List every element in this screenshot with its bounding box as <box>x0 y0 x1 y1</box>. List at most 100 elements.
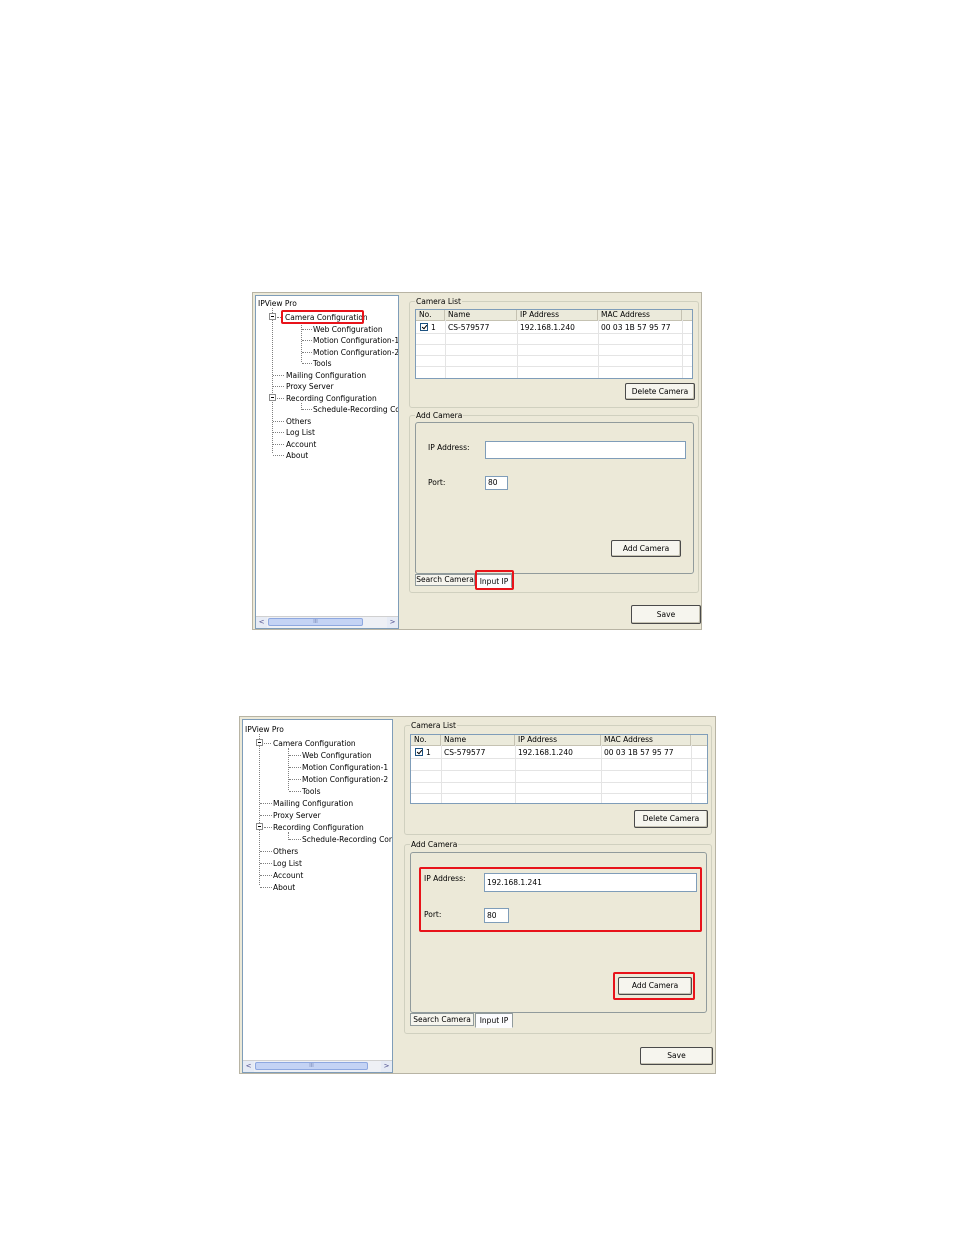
grid-line <box>416 366 692 367</box>
camera-list-legend: Camera List <box>415 297 462 306</box>
tree-item-mailing-configuration[interactable]: Mailing Configuration <box>286 371 366 380</box>
camera-checkbox[interactable] <box>415 748 423 756</box>
tree-item-others[interactable]: Others <box>273 847 298 856</box>
camera-checkbox[interactable] <box>420 323 428 331</box>
tree-connector <box>260 851 272 852</box>
add-camera-button[interactable]: Add Camera <box>611 540 681 557</box>
column-header-name[interactable]: Name <box>445 310 517 320</box>
add-camera-group: Add Camera IP Address: 192.168.1.241 Por… <box>404 840 712 1034</box>
table-row[interactable]: 1 CS-579577 192.168.1.240 00 03 1B 57 95… <box>416 322 692 333</box>
tree-connector <box>289 791 301 792</box>
tree-item-schedule-recording[interactable]: Schedule-Recording Con <box>302 835 392 844</box>
highlight-box <box>281 310 364 324</box>
ip-address-input[interactable] <box>485 441 686 459</box>
tree-connector <box>302 409 312 410</box>
add-camera-legend: Add Camera <box>415 411 464 420</box>
collapse-icon[interactable] <box>269 394 276 401</box>
collapse-icon[interactable] <box>256 739 263 746</box>
tree-connector <box>273 421 284 422</box>
tree-item-recording-configuration[interactable]: Recording Configuration <box>286 394 377 403</box>
tree-item-log-list[interactable]: Log List <box>273 859 302 868</box>
tree-connector <box>302 340 312 341</box>
column-header-no[interactable]: No. <box>411 735 441 745</box>
tree-connector <box>289 779 301 780</box>
tree-connector <box>289 767 301 768</box>
tree-item-web-configuration[interactable]: Web Configuration <box>313 325 383 334</box>
screenshot-1: IPView Pro Camera Configuration Web Conf… <box>252 292 702 630</box>
scroll-left-icon[interactable]: < <box>243 1061 254 1072</box>
tree-item-web-configuration[interactable]: Web Configuration <box>302 751 372 760</box>
highlight-box <box>419 867 702 932</box>
add-camera-legend: Add Camera <box>410 840 459 849</box>
tree-item-others[interactable]: Others <box>286 417 311 426</box>
column-header-mac[interactable]: MAC Address <box>601 735 691 745</box>
grid-line <box>411 782 707 783</box>
scroll-left-icon[interactable]: < <box>256 617 267 628</box>
column-header-ip[interactable]: IP Address <box>515 735 601 745</box>
tree-item-account[interactable]: Account <box>286 440 316 449</box>
tree-item-recording-configuration[interactable]: Recording Configuration <box>273 823 364 832</box>
highlight-box <box>613 972 695 1000</box>
camera-list-table: No. Name IP Address MAC Address 1 CS-579… <box>410 734 708 804</box>
column-header-ip[interactable]: IP Address <box>517 310 598 320</box>
tree-item-about[interactable]: About <box>273 883 295 892</box>
cell-ip: 192.168.1.240 <box>518 748 573 757</box>
column-header-no[interactable]: No. <box>416 310 445 320</box>
horizontal-scrollbar[interactable]: < III > <box>256 616 398 628</box>
tree-item-account[interactable]: Account <box>273 871 303 880</box>
tree-connector <box>260 803 272 804</box>
scroll-thumb[interactable]: III <box>268 618 363 626</box>
scroll-right-icon[interactable]: > <box>381 1061 392 1072</box>
ip-address-label: IP Address: <box>428 443 470 452</box>
tree-item-mailing-configuration[interactable]: Mailing Configuration <box>273 799 353 808</box>
tab-search-camera[interactable]: Search Camera <box>415 574 475 586</box>
tree-item-motion-configuration-2[interactable]: Motion Configuration-2 <box>302 775 388 784</box>
add-camera-panel: IP Address: 192.168.1.241 Port: 80 Add C… <box>410 852 707 1013</box>
tree-item-motion-configuration-1[interactable]: Motion Configuration-1 <box>302 763 388 772</box>
table-header: No. Name IP Address MAC Address <box>416 310 692 321</box>
camera-list-group: Camera List No. Name IP Address MAC Addr… <box>404 721 712 835</box>
collapse-icon[interactable] <box>256 823 263 830</box>
tree-item-proxy-server[interactable]: Proxy Server <box>286 382 334 391</box>
tree-item-motion-configuration-1[interactable]: Motion Configuration-1 <box>313 336 398 345</box>
tree-item-about[interactable]: About <box>286 451 308 460</box>
tree-connector <box>289 839 301 840</box>
collapse-icon[interactable] <box>269 313 276 320</box>
tab-input-ip[interactable]: Input IP <box>475 1013 513 1028</box>
tree-item-proxy-server[interactable]: Proxy Server <box>273 811 321 820</box>
tree-item-camera-configuration[interactable]: Camera Configuration <box>273 739 356 748</box>
tab-search-camera[interactable]: Search Camera <box>410 1013 474 1026</box>
config-tree: IPView Pro Camera Configuration Web Conf… <box>242 719 393 1073</box>
add-camera-panel: IP Address: Port: 80 Add Camera <box>415 422 694 574</box>
tree-item-log-list[interactable]: Log List <box>286 428 315 437</box>
column-header-mac[interactable]: MAC Address <box>598 310 682 320</box>
add-camera-group: Add Camera IP Address: Port: 80 Add Came… <box>409 411 699 593</box>
tree-item-tools[interactable]: Tools <box>313 359 331 368</box>
port-input[interactable]: 80 <box>485 476 508 490</box>
tree-connector <box>264 827 272 828</box>
tree-connector <box>273 455 284 456</box>
save-button[interactable]: Save <box>640 1047 713 1065</box>
horizontal-scrollbar[interactable]: < III > <box>243 1060 392 1072</box>
tree-connector <box>301 322 302 362</box>
config-tree: IPView Pro Camera Configuration Web Conf… <box>255 295 399 629</box>
cell-no: 1 <box>431 323 436 332</box>
tree-root[interactable]: IPView Pro <box>258 299 297 308</box>
grid-line <box>411 770 707 771</box>
delete-camera-button[interactable]: Delete Camera <box>625 383 695 400</box>
scroll-thumb[interactable]: III <box>255 1062 368 1070</box>
tree-connector <box>260 863 272 864</box>
tree-connector <box>260 887 272 888</box>
delete-camera-button[interactable]: Delete Camera <box>634 810 708 828</box>
scroll-right-icon[interactable]: > <box>387 617 398 628</box>
tree-item-tools[interactable]: Tools <box>302 787 320 796</box>
tree-root[interactable]: IPView Pro <box>245 725 284 734</box>
table-row[interactable]: 1 CS-579577 192.168.1.240 00 03 1B 57 95… <box>411 747 707 758</box>
tree-item-schedule-recording[interactable]: Schedule-Recording Con <box>313 405 398 414</box>
tree-connector <box>289 755 301 756</box>
grid-line <box>411 758 707 759</box>
tree-item-motion-configuration-2[interactable]: Motion Configuration-2 <box>313 348 398 357</box>
save-button[interactable]: Save <box>631 605 701 624</box>
cell-ip: 192.168.1.240 <box>520 323 575 332</box>
column-header-name[interactable]: Name <box>441 735 515 745</box>
